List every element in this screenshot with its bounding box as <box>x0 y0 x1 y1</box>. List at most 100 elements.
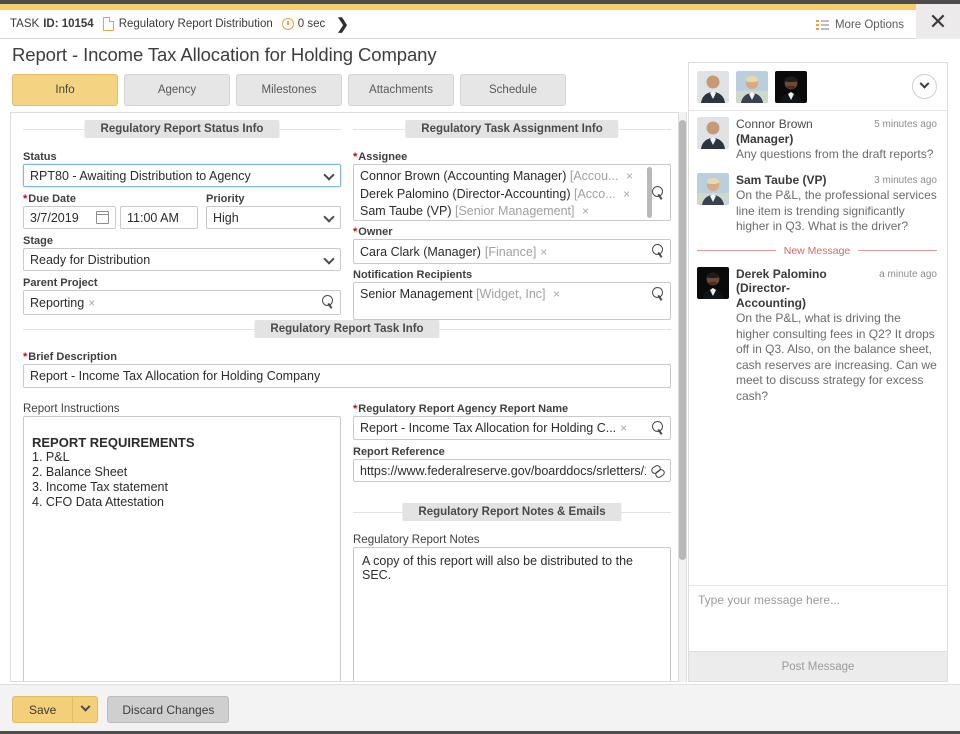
priority-label: Priority <box>206 193 245 205</box>
chat-timestamp: a minute ago <box>879 268 937 280</box>
assignee-token[interactable]: Derek Palomino (Director-Accounting) [Ac… <box>360 186 648 204</box>
assignee-dept: [Senior Management] <box>454 204 575 218</box>
form-scrollbar-thumb[interactable] <box>679 120 686 560</box>
close-button[interactable]: ✕ <box>916 4 960 39</box>
discard-changes-button[interactable]: Discard Changes <box>107 696 230 723</box>
search-icon[interactable] <box>650 286 664 302</box>
report-instructions-line: 4. CFO Data Attestation <box>32 495 165 509</box>
assignee-token[interactable]: Sam Taube (VP) [Senior Management] × <box>360 203 648 220</box>
tab-schedule-label: Schedule <box>489 84 537 96</box>
chat-input[interactable]: Type your message here... <box>689 585 947 651</box>
next-task-chevron-icon[interactable]: ❯ <box>336 15 349 33</box>
remove-assignee-icon[interactable]: × <box>582 204 589 218</box>
assignee-name: Derek Palomino (Director-Accounting) <box>360 186 571 201</box>
report-instructions-textarea[interactable]: REPORT REQUIREMENTS 1. P&L 2. Balance Sh… <box>23 416 341 681</box>
sam-taube-avatar[interactable] <box>697 172 729 205</box>
search-icon[interactable] <box>320 294 334 310</box>
required-marker: * <box>353 226 358 238</box>
chat-panel: Connor Brown (Manager) 5 minutes ago Any… <box>688 62 948 682</box>
remove-assignee-icon[interactable]: × <box>623 187 630 201</box>
more-options-label: More Options <box>834 18 904 31</box>
footer-action-bar: Save Discard Changes <box>0 684 960 734</box>
sam-taube-avatar[interactable] <box>736 70 768 103</box>
chat-message: Connor Brown (Manager) 5 minutes ago Any… <box>697 117 937 163</box>
chat-message-text: Any questions from the draft reports? <box>736 147 934 161</box>
brief-description-value: Report - Income Tax Allocation for Holdi… <box>30 369 321 383</box>
brief-description-label: *Brief Description <box>23 351 117 363</box>
tab-agency[interactable]: Agency <box>124 74 230 106</box>
report-notes-textarea[interactable]: A copy of this report will also be distr… <box>353 547 671 681</box>
report-notes-value: A copy of this report will also be distr… <box>362 554 633 582</box>
status-info-group-header: Regulatory Report Status Info <box>23 120 341 138</box>
chevron-down-icon <box>323 253 335 265</box>
chat-timestamp: 3 minutes ago <box>874 174 937 186</box>
parent-project-label: Parent Project <box>23 277 98 289</box>
agency-report-name-lookup[interactable]: Report - Income Tax Allocation for Holdi… <box>353 416 671 440</box>
report-reference-input[interactable]: https://www.federalreserve.gov/boarddocs… <box>353 459 671 482</box>
chat-collapse-button[interactable] <box>912 74 937 99</box>
assignee-token[interactable]: Connor Brown (Accounting Manager) [Accou… <box>360 168 648 186</box>
remove-notification-icon[interactable]: × <box>553 287 560 301</box>
search-icon[interactable] <box>650 420 664 436</box>
task-label: TASK <box>10 18 40 30</box>
save-label: Save <box>29 702 57 717</box>
parent-project-lookup[interactable]: Reporting × <box>23 290 341 315</box>
notification-dept: [Widget, Inc] <box>476 287 546 301</box>
notes-group-header: Regulatory Report Notes & Emails <box>353 503 671 521</box>
more-options-button[interactable]: More Options <box>806 10 914 39</box>
post-message-button[interactable]: Post Message <box>689 651 947 681</box>
tab-info[interactable]: Info <box>12 74 118 106</box>
tab-milestones[interactable]: Milestones <box>236 74 342 106</box>
status-label: Status <box>23 151 57 163</box>
save-button[interactable]: Save <box>12 696 73 723</box>
required-marker: * <box>353 403 358 415</box>
remove-parent-project-icon[interactable]: × <box>88 296 95 310</box>
chat-author: Derek Palomino (Director-Accounting) <box>736 266 827 310</box>
derek-palomino-avatar[interactable] <box>697 266 729 299</box>
owner-name: Cara Clark (Manager) <box>360 244 481 259</box>
task-info-section: Regulatory Report Task Info *Brief Descr… <box>23 320 671 388</box>
chat-input-placeholder: Type your message here... <box>698 593 841 607</box>
derek-palomino-avatar[interactable] <box>775 70 807 103</box>
notification-recipients-multiselect[interactable]: Senior Management [Widget, Inc] × <box>353 282 671 320</box>
link-icon[interactable] <box>651 464 665 478</box>
chat-author: Connor Brown <box>736 117 813 131</box>
save-options-dropdown[interactable] <box>72 696 99 723</box>
chat-message-text: On the P&L, what is driving the higher c… <box>736 311 937 403</box>
notification-name: Senior Management <box>360 287 473 301</box>
tab-schedule[interactable]: Schedule <box>460 74 566 106</box>
remove-assignee-icon[interactable]: × <box>626 169 633 183</box>
search-icon[interactable] <box>650 185 664 201</box>
remove-owner-icon[interactable]: × <box>540 245 547 259</box>
due-time-input[interactable]: 11:00 AM <box>120 206 198 229</box>
task-info-group-title: Regulatory Report Task Info <box>254 320 440 338</box>
discard-label: Discard Changes <box>122 702 215 717</box>
chat-author-role: (Manager) <box>736 131 794 146</box>
calendar-icon[interactable] <box>96 211 109 224</box>
chat-message-list: Connor Brown (Manager) 5 minutes ago Any… <box>689 111 947 585</box>
due-date-input[interactable]: 3/7/2019 <box>23 206 116 229</box>
brief-description-input[interactable]: Report - Income Tax Allocation for Holdi… <box>23 364 671 388</box>
required-marker: * <box>23 193 28 205</box>
task-id: ID: 10154 <box>43 18 94 30</box>
parent-project-value: Reporting <box>30 295 85 310</box>
clock-icon <box>281 18 294 30</box>
connor-brown-avatar[interactable] <box>697 70 729 103</box>
status-select[interactable]: RPT80 - Awaiting Distribution to Agency <box>23 164 341 187</box>
report-instructions-line: 2. Balance Sheet <box>32 465 128 479</box>
task-name: Regulatory Report Distribution <box>118 18 273 30</box>
notification-token[interactable]: Senior Management [Widget, Inc] × <box>360 286 648 304</box>
connor-brown-avatar[interactable] <box>697 117 729 149</box>
chat-timestamp: 5 minutes ago <box>874 119 937 130</box>
status-value: RPT80 - Awaiting Distribution to Agency <box>30 168 251 183</box>
priority-select[interactable]: High <box>206 206 341 229</box>
tab-attachments[interactable]: Attachments <box>348 74 454 106</box>
assignee-multiselect[interactable]: Connor Brown (Accounting Manager) [Accou… <box>353 164 671 221</box>
search-icon[interactable] <box>650 243 664 259</box>
report-instructions-line: 1. P&L <box>32 450 70 464</box>
report-notes-label: Regulatory Report Notes <box>353 534 480 546</box>
owner-lookup[interactable]: Cara Clark (Manager) [Finance] × <box>353 239 671 264</box>
stage-select[interactable]: Ready for Distribution <box>23 248 341 271</box>
chevron-down-icon <box>80 701 91 712</box>
remove-agency-report-name-icon[interactable]: × <box>620 421 627 435</box>
